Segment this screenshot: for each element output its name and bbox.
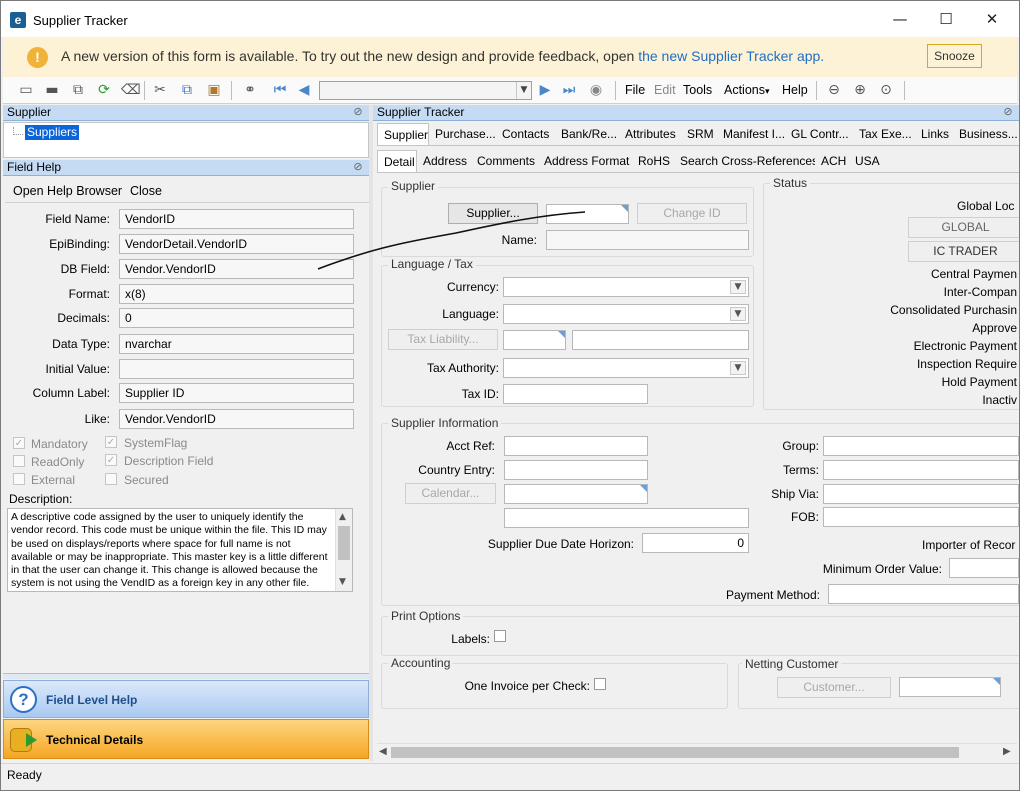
supplier-tracker-window: e Supplier Tracker — ☐ ✕ ! A new version…: [0, 0, 1020, 791]
status-text: Ready: [7, 768, 42, 782]
annotation-stroke: [317, 211, 586, 270]
annotation-line: [317, 211, 586, 270]
status-bar: Ready: [1, 763, 1019, 790]
